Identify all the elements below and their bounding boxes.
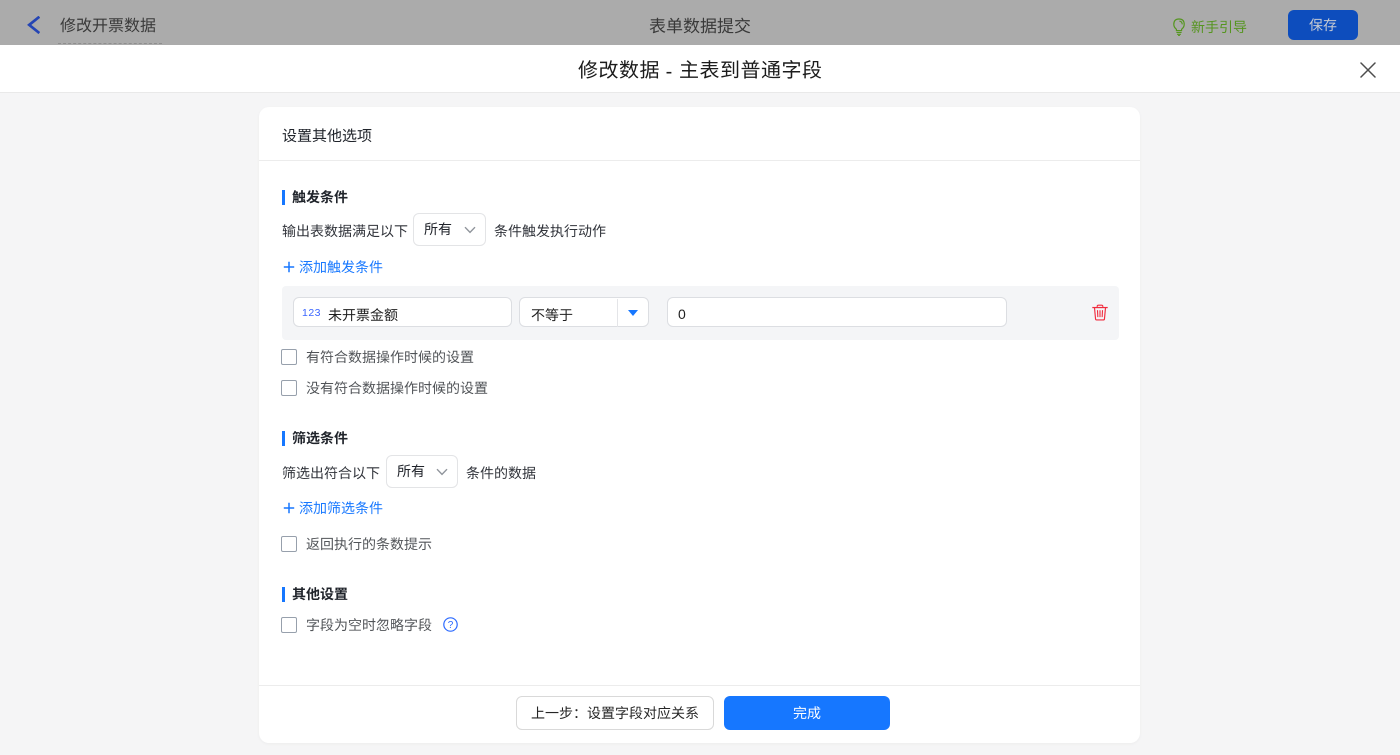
svg-text:?: ? (448, 620, 454, 631)
